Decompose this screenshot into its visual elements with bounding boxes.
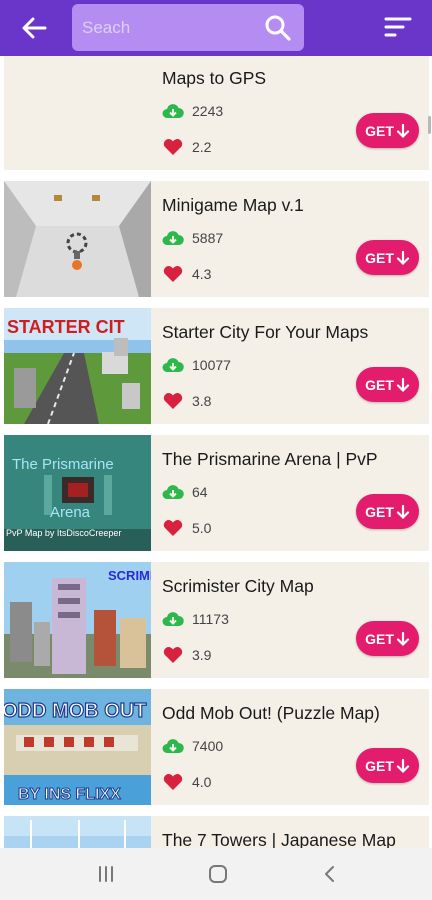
- download-count-value: 64: [192, 484, 208, 500]
- download-count: 64: [162, 484, 208, 500]
- heart-icon: [163, 393, 183, 409]
- thumbnail: The Prismarine Arena PvP Map by ItsDisco…: [4, 435, 151, 551]
- thumbnail-text-2: BY INS FLIXX: [18, 786, 121, 803]
- thumbnail-text: ODD MOB OUT: [4, 700, 146, 722]
- item-title: Maps to GPS: [162, 68, 267, 88]
- list-item[interactable]: ODD MOB OUT BY INS FLIXX Odd Mob Out! (P…: [4, 689, 429, 805]
- thumbnail-text: STARTER CIT: [7, 317, 125, 337]
- download-count: 10077: [162, 357, 231, 373]
- search-button[interactable]: [264, 14, 292, 42]
- search-icon: [265, 15, 291, 41]
- sort-button[interactable]: [383, 14, 415, 42]
- recent-apps-icon: [99, 866, 113, 882]
- arrow-down-icon: [396, 377, 409, 392]
- rating: 3.8: [162, 392, 211, 410]
- get-button-label: GET: [365, 376, 394, 393]
- get-button[interactable]: GET: [356, 494, 419, 529]
- list-item[interactable]: STARTER CIT Starter City For Your Maps 1…: [4, 308, 429, 424]
- rating-value: 4.0: [192, 774, 212, 790]
- thumbnail-text: The Prismarine: [12, 456, 114, 473]
- system-nav-bar: [0, 848, 432, 900]
- back-button[interactable]: [16, 12, 52, 44]
- list-item[interactable]: The 7 Towers | Japanese Map: [4, 816, 429, 848]
- get-button[interactable]: GET: [356, 240, 419, 275]
- heart-icon: [163, 774, 183, 790]
- cloud-download-icon: [162, 104, 184, 118]
- download-count-value: 11173: [192, 611, 229, 627]
- arrow-down-icon: [396, 250, 409, 265]
- heart-icon: [163, 520, 183, 536]
- item-title: Scrimister City Map: [162, 576, 314, 596]
- rating: 4.3: [162, 265, 211, 283]
- thumbnail: [4, 816, 151, 848]
- get-button-label: GET: [365, 503, 394, 520]
- rating-value: 4.3: [192, 266, 212, 282]
- thumbnail: STARTER CIT: [4, 308, 151, 424]
- arrow-down-icon: [396, 758, 409, 773]
- thumbnail-text: SCRIMI: [108, 568, 151, 583]
- home-button[interactable]: [206, 862, 230, 886]
- thumbnail-text-3: PvP Map by ItsDiscoCreeper: [6, 528, 121, 538]
- item-title: Odd Mob Out! (Puzzle Map): [162, 703, 380, 723]
- download-count-value: 7400: [192, 738, 224, 754]
- get-button-label: GET: [365, 249, 394, 266]
- item-title: The Prismarine Arena | PvP: [162, 449, 378, 469]
- download-count-value: 2243: [192, 103, 224, 119]
- rating: 3.9: [162, 646, 211, 664]
- thumbnail: ODD MOB OUT BY INS FLIXX: [4, 689, 151, 805]
- arrow-down-icon: [396, 504, 409, 519]
- get-button[interactable]: GET: [356, 621, 419, 656]
- arrow-left-icon: [22, 17, 47, 39]
- thumbnail-text-2: Arena: [50, 504, 91, 521]
- list-item[interactable]: The Prismarine Arena PvP Map by ItsDisco…: [4, 435, 429, 551]
- item-title: Minigame Map v.1: [162, 195, 304, 215]
- cloud-download-icon: [162, 231, 184, 245]
- rating: 5.0: [162, 519, 211, 537]
- cloud-download-icon: [162, 485, 184, 499]
- arrow-down-icon: [396, 123, 409, 138]
- recent-apps-button[interactable]: [94, 862, 118, 886]
- home-icon: [209, 865, 227, 883]
- system-back-button[interactable]: [318, 862, 342, 886]
- thumbnail: SCRIMI: [4, 562, 151, 678]
- download-count-value: 10077: [192, 357, 231, 373]
- rating-value: 3.8: [192, 393, 212, 409]
- download-count: 2243: [162, 103, 223, 119]
- list-item[interactable]: Minigame Map v.1 5887 4.3 GET: [4, 181, 429, 297]
- get-button-label: GET: [365, 757, 394, 774]
- cloud-download-icon: [162, 358, 184, 372]
- item-title: Starter City For Your Maps: [162, 322, 369, 342]
- rating: 4.0: [162, 773, 211, 791]
- download-count: 11173: [162, 611, 229, 627]
- search-box: [72, 4, 304, 51]
- cloud-download-icon: [162, 612, 184, 626]
- heart-icon: [163, 139, 183, 155]
- heart-icon: [163, 266, 183, 282]
- download-count: 7400: [162, 738, 223, 754]
- get-button[interactable]: GET: [356, 367, 419, 402]
- heart-icon: [163, 647, 183, 663]
- sort-icon: [384, 17, 412, 37]
- item-title: The 7 Towers | Japanese Map: [162, 830, 396, 848]
- search-input[interactable]: [82, 4, 252, 51]
- get-button[interactable]: GET: [356, 113, 419, 148]
- get-button-label: GET: [365, 122, 394, 139]
- rating-value: 3.9: [192, 647, 212, 663]
- app-bar: [0, 0, 432, 56]
- get-button-label: GET: [365, 630, 394, 647]
- download-count: 5887: [162, 230, 223, 246]
- rating: 2.2: [162, 138, 211, 156]
- chevron-left-icon: [325, 866, 334, 882]
- arrow-down-icon: [396, 631, 409, 646]
- cloud-download-icon: [162, 739, 184, 753]
- scrollbar[interactable]: [428, 116, 431, 134]
- rating-value: 5.0: [192, 520, 212, 536]
- rating-value: 2.2: [192, 139, 212, 155]
- list-item[interactable]: Maps to GPS 2243 2.2 GET: [4, 56, 429, 170]
- thumbnail: [4, 181, 151, 297]
- list-item[interactable]: SCRIMI Scrimister City Map 11173 3.9 GET: [4, 562, 429, 678]
- get-button[interactable]: GET: [356, 748, 419, 783]
- map-list[interactable]: Maps to GPS 2243 2.2 GET Minigame Map v.…: [0, 56, 432, 848]
- download-count-value: 5887: [192, 230, 224, 246]
